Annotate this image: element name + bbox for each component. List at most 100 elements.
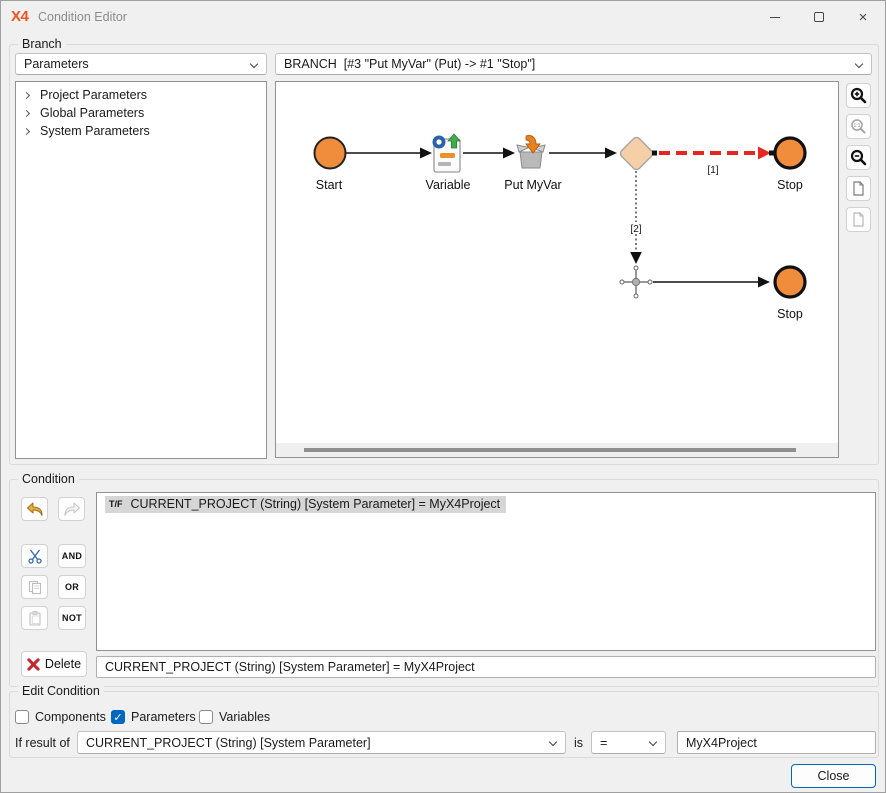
- undo-button[interactable]: [21, 497, 48, 521]
- cut-button[interactable]: [21, 544, 48, 568]
- node-stop-2[interactable]: Stop: [775, 267, 805, 321]
- or-button[interactable]: OR: [58, 575, 86, 599]
- svg-text:1:1: 1:1: [854, 123, 861, 129]
- checkbox-icon: ✓: [15, 710, 29, 724]
- title-bar: X4 Condition Editor ×: [1, 1, 885, 33]
- edge-branch-1[interactable]: [1]: [652, 147, 774, 177]
- hscrollbar-thumb[interactable]: [304, 448, 796, 452]
- node-start-label: Start: [316, 178, 343, 192]
- close-button-label: Close: [818, 769, 850, 783]
- branch-select[interactable]: BRANCH [#3 "Put MyVar" (Put) -> #1 "Stop…: [275, 53, 872, 75]
- operator-select[interactable]: =: [591, 731, 666, 754]
- tree-item-system-parameters[interactable]: System Parameters: [16, 122, 266, 140]
- maximize-button[interactable]: [797, 1, 841, 33]
- edge-start-variable[interactable]: [346, 148, 432, 159]
- checkbox-checked-icon: ✓: [111, 710, 125, 724]
- true-false-badge: T/F: [109, 499, 123, 509]
- parameter-category-value: Parameters: [24, 57, 89, 71]
- window-title: Condition Editor: [38, 10, 127, 24]
- or-label: OR: [65, 582, 79, 592]
- zoom-out-button[interactable]: [846, 145, 871, 170]
- components-checkbox-label: Components: [35, 710, 106, 724]
- page-icon: [850, 211, 867, 228]
- node-stop-2-label: Stop: [777, 307, 803, 321]
- chevron-right-icon: [23, 127, 30, 134]
- delete-label: Delete: [45, 657, 81, 671]
- parameter-category-select[interactable]: Parameters: [15, 53, 267, 75]
- if-result-of-label: If result of: [15, 736, 70, 750]
- chevron-down-icon: [649, 738, 657, 746]
- edge-2-label: [2]: [630, 224, 641, 235]
- parameters-checkbox[interactable]: ✓ Parameters: [111, 710, 196, 724]
- maximize-icon: [814, 12, 824, 22]
- minimize-icon: [770, 17, 780, 18]
- condition-list-row-selected[interactable]: T/F CURRENT_PROJECT (String) [System Par…: [105, 496, 506, 513]
- parameter-expression-value: CURRENT_PROJECT (String) [System Paramet…: [86, 736, 371, 750]
- node-put-myvar[interactable]: Put MyVar: [504, 135, 561, 192]
- tree-item-project-parameters[interactable]: Project Parameters: [16, 86, 266, 104]
- tree-item-label: Project Parameters: [40, 88, 147, 102]
- edge-junction-stop[interactable]: [653, 277, 770, 288]
- fit-page-icon: [850, 180, 867, 197]
- variables-checkbox[interactable]: ✓ Variables: [199, 710, 270, 724]
- canvas-hscrollbar[interactable]: [276, 443, 838, 457]
- variable-icon: [433, 134, 461, 172]
- workflow-canvas[interactable]: Start Variable Put MyVar: [275, 81, 839, 458]
- fit-page-button[interactable]: [846, 176, 871, 201]
- comparison-value-input[interactable]: [677, 731, 876, 754]
- paste-button[interactable]: [21, 606, 48, 630]
- edge-branch-2[interactable]: [2]: [626, 171, 646, 264]
- zoom-actual-size-icon: 1:1: [850, 118, 867, 135]
- delete-button[interactable]: Delete: [21, 651, 87, 677]
- not-label: NOT: [62, 613, 82, 623]
- and-label: AND: [62, 551, 82, 561]
- copy-icon: [27, 579, 43, 595]
- node-variable[interactable]: Variable: [426, 134, 471, 192]
- condition-row-text: CURRENT_PROJECT (String) [System Paramet…: [131, 497, 501, 511]
- minimize-button[interactable]: [753, 1, 797, 33]
- components-checkbox[interactable]: ✓ Components: [15, 710, 106, 724]
- edge-put-decision[interactable]: [549, 148, 617, 159]
- parameter-tree: Project Parameters Global Parameters Sys…: [15, 81, 267, 459]
- condition-editor-dialog: { "window": { "logo": "X4", "title": "Co…: [0, 0, 886, 793]
- edge-1-label: [1]: [707, 165, 718, 176]
- cut-scissors-icon: [27, 548, 43, 564]
- and-button[interactable]: AND: [58, 544, 86, 568]
- node-stop-1[interactable]: Stop: [775, 138, 805, 192]
- chevron-right-icon: [23, 91, 30, 98]
- not-button[interactable]: NOT: [58, 606, 86, 630]
- close-button[interactable]: Close: [791, 764, 876, 788]
- close-window-button[interactable]: ×: [841, 1, 885, 33]
- delete-x-icon: [27, 658, 40, 671]
- tree-item-label: Global Parameters: [40, 106, 144, 120]
- is-label: is: [574, 736, 583, 750]
- checkbox-icon: ✓: [199, 710, 213, 724]
- condition-summary-field: CURRENT_PROJECT (String) [System Paramet…: [96, 656, 876, 678]
- paste-clipboard-icon: [27, 610, 43, 626]
- undo-icon: [26, 502, 44, 517]
- copy-button[interactable]: [21, 575, 48, 599]
- redo-button[interactable]: [58, 497, 85, 521]
- edge-variable-put[interactable]: [463, 148, 515, 159]
- variables-checkbox-label: Variables: [219, 710, 270, 724]
- node-decision-diamond[interactable]: [619, 136, 654, 171]
- condition-summary-text: CURRENT_PROJECT (String) [System Paramet…: [105, 660, 475, 674]
- tree-item-global-parameters[interactable]: Global Parameters: [16, 104, 266, 122]
- zoom-in-icon: [850, 87, 867, 104]
- zoom-toolbar: 1:1: [846, 83, 871, 232]
- condition-list[interactable]: T/F CURRENT_PROJECT (String) [System Par…: [96, 492, 876, 651]
- parameter-expression-select[interactable]: CURRENT_PROJECT (String) [System Paramet…: [77, 731, 566, 754]
- zoom-in-button[interactable]: [846, 83, 871, 108]
- condition-group-label: Condition: [18, 472, 79, 486]
- page-view-button[interactable]: [846, 207, 871, 232]
- x4-logo: X4: [11, 8, 28, 25]
- node-stop-1-label: Stop: [777, 178, 803, 192]
- workflow-diagram: Start Variable Put MyVar: [276, 82, 838, 442]
- parameters-checkbox-label: Parameters: [131, 710, 196, 724]
- zoom-out-icon: [850, 149, 867, 166]
- chevron-down-icon: [855, 60, 863, 68]
- junction-connector[interactable]: [620, 266, 652, 298]
- zoom-actual-size-button[interactable]: 1:1: [846, 114, 871, 139]
- tree-item-label: System Parameters: [40, 124, 150, 138]
- node-start[interactable]: Start: [315, 138, 346, 193]
